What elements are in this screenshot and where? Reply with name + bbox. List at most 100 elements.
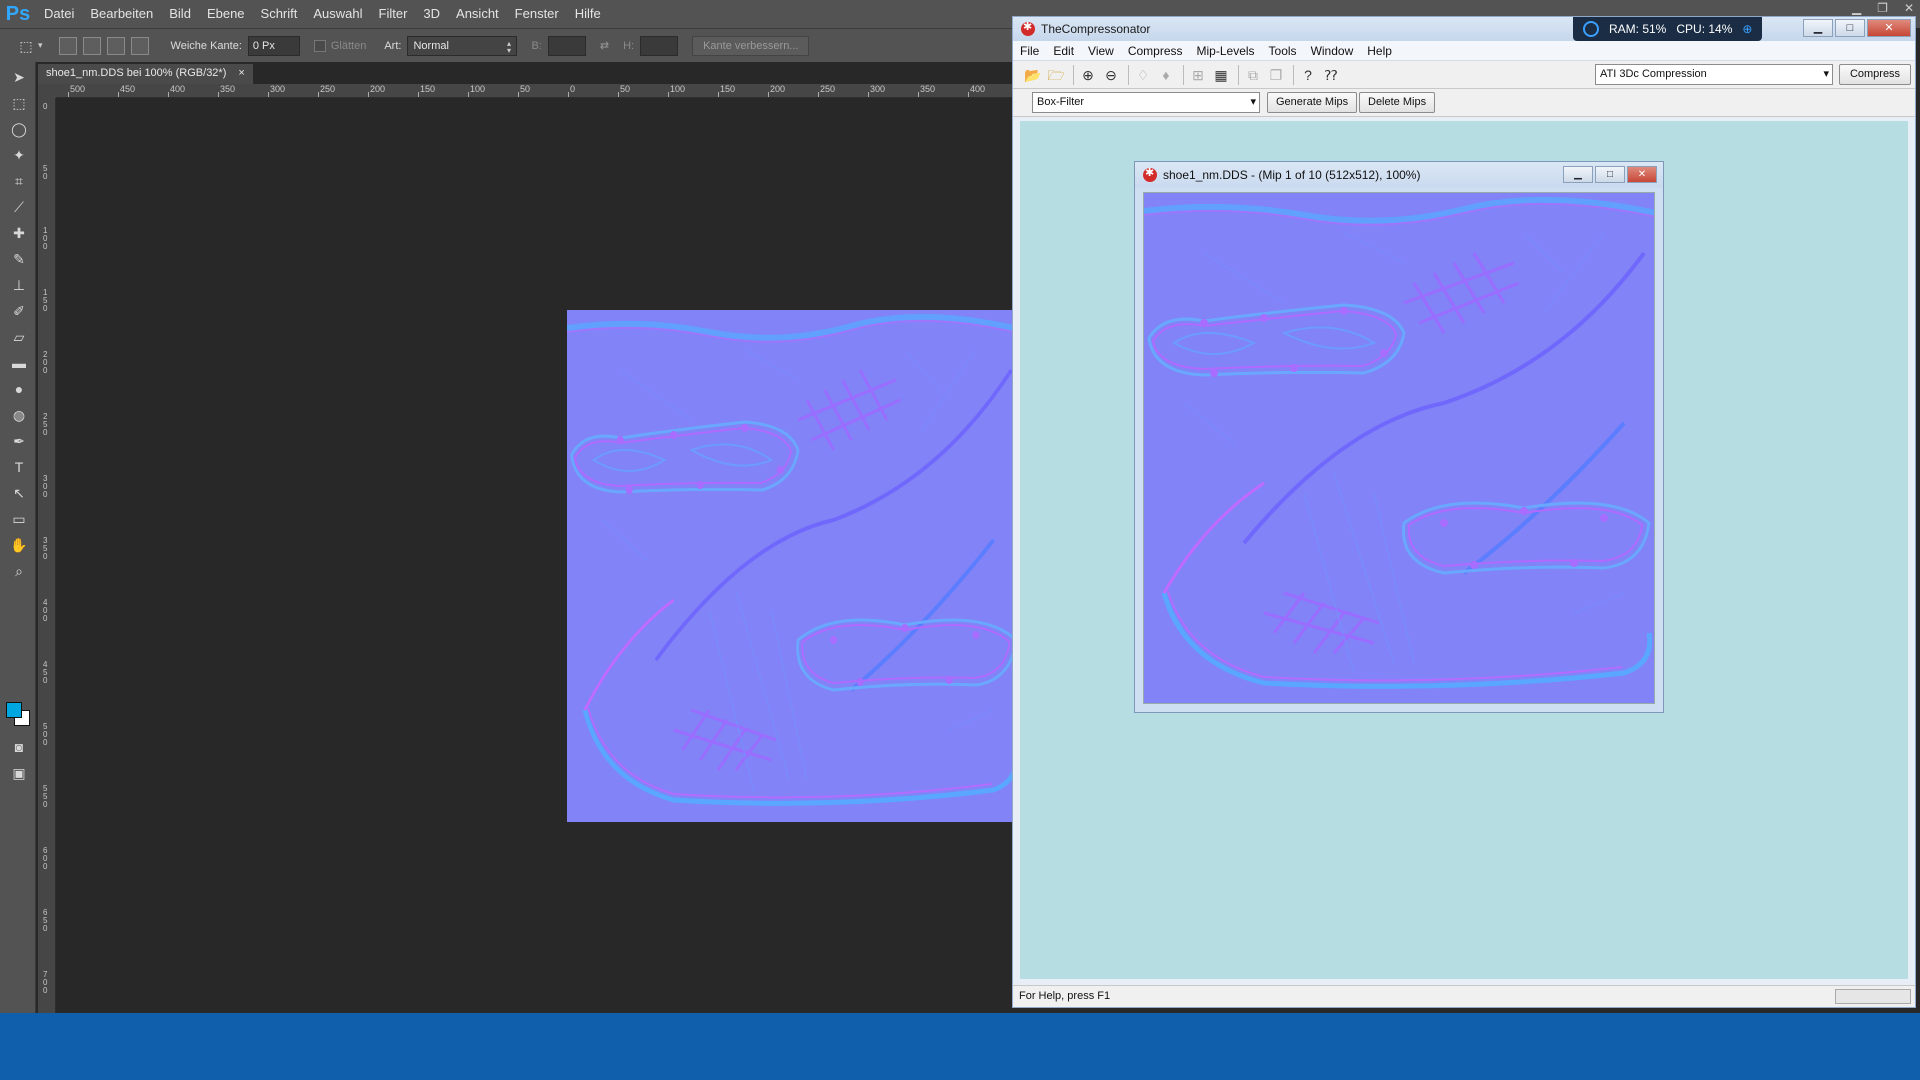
menu-filter[interactable]: Filter [371, 0, 416, 28]
menu-ansicht[interactable]: Ansicht [448, 0, 507, 28]
menu-tools[interactable]: Tools [1262, 44, 1304, 58]
marquee-tool-icon[interactable]: ⬚ [9, 94, 29, 112]
swap-icon[interactable]: ⇄ [600, 39, 609, 52]
menu-compress[interactable]: Compress [1121, 44, 1190, 58]
menu-hilfe[interactable]: Hilfe [567, 0, 609, 28]
stamp-tool-icon[interactable]: ⊥ [9, 276, 29, 294]
dodge-tool-icon[interactable]: ◍ [9, 406, 29, 424]
dark-icon[interactable]: ♦ [1156, 65, 1176, 85]
generate-mips-button[interactable]: Generate Mips [1267, 92, 1358, 113]
menu-window[interactable]: Window [1304, 44, 1361, 58]
cascade-icon[interactable]: ❐ [1266, 65, 1286, 85]
child-window-controls: ▁ □ ✕ [1563, 166, 1657, 183]
ruler-label: 300 [270, 84, 286, 94]
compare-icon[interactable]: ⊞ [1188, 65, 1208, 85]
help-icon[interactable]: ? [1298, 65, 1318, 85]
foreground-color-swatch[interactable] [6, 702, 22, 718]
add-selection-icon[interactable] [82, 36, 101, 55]
style-select[interactable]: Normal [407, 35, 518, 56]
restore-icon[interactable]: ❐ [1877, 0, 1888, 16]
ruler-label: 400 [43, 598, 48, 623]
feather-input[interactable]: 0 Px [247, 35, 300, 56]
compression-format-select[interactable]: ATI 3Dc Compression [1595, 64, 1833, 85]
antialias-checkbox[interactable] [313, 39, 326, 52]
path-selection-icon[interactable]: ↖ [9, 484, 29, 502]
new-selection-icon[interactable] [58, 36, 77, 55]
width-label: B: [531, 39, 542, 52]
gradient-tool-icon[interactable]: ▬ [9, 354, 29, 372]
type-tool-icon[interactable]: T [9, 458, 29, 476]
height-input[interactable] [640, 35, 679, 56]
blur-tool-icon[interactable]: ● [9, 380, 29, 398]
zoom-tool-icon[interactable]: ⌕ [9, 562, 29, 580]
chevron-down-icon[interactable]: ▾ [38, 40, 43, 51]
antialias-label: Glätten [330, 39, 367, 52]
close-icon[interactable]: × [238, 67, 244, 81]
filter-select[interactable]: Box-Filter [1032, 92, 1260, 113]
mip-view-icon[interactable]: ▦ [1211, 65, 1231, 85]
document-canvas[interactable] [567, 310, 1022, 822]
menu-mip-levels[interactable]: Mip-Levels [1190, 44, 1262, 58]
menu-datei[interactable]: Datei [36, 0, 82, 28]
history-brush-icon[interactable]: ✐ [9, 302, 29, 320]
screen-mode-icon[interactable]: ▣ [9, 764, 29, 782]
light-icon[interactable]: ♢ [1133, 65, 1153, 85]
intersect-selection-icon[interactable] [130, 36, 149, 55]
image-child-window[interactable]: shoe1_nm.DDS - (Mip 1 of 10 (512x512), 1… [1134, 161, 1664, 713]
menu-file[interactable]: File [1013, 44, 1046, 58]
ruler-label: 50 [620, 84, 631, 94]
menu-edit[interactable]: Edit [1046, 44, 1081, 58]
menu-3d[interactable]: 3D [415, 0, 448, 28]
menu-view[interactable]: View [1081, 44, 1121, 58]
width-input[interactable] [547, 35, 586, 56]
lasso-tool-icon[interactable]: ◯ [9, 120, 29, 138]
tile-icon[interactable]: ⧉ [1243, 65, 1263, 85]
minimize-icon[interactable]: ▁ [1563, 166, 1593, 183]
minimize-icon[interactable]: ▁ [1803, 19, 1833, 37]
crop-tool-icon[interactable]: ⌗ [9, 172, 29, 190]
close-icon[interactable]: ✕ [1867, 19, 1911, 37]
pen-tool-icon[interactable]: ✒ [9, 432, 29, 450]
menu-help[interactable]: Help [1360, 44, 1399, 58]
hand-tool-icon[interactable]: ✋ [9, 536, 29, 554]
healing-brush-icon[interactable]: ✚ [9, 224, 29, 242]
compressonator-titlebar: TheCompressonator RAM: 51% CPU: 14% ⊕ ▁ … [1013, 17, 1915, 41]
ruler-tick [118, 92, 119, 97]
zoom-out-icon[interactable]: ⊖ [1101, 65, 1121, 85]
ruler-tick [68, 92, 69, 97]
close-icon[interactable]: ✕ [1627, 166, 1657, 183]
plus-icon[interactable]: ⊕ [1742, 22, 1752, 36]
menu-bearbeiten[interactable]: Bearbeiten [82, 0, 161, 28]
texture-preview[interactable] [1143, 192, 1655, 704]
open-recent-icon[interactable]: 🗁 [1046, 65, 1066, 85]
maximize-icon[interactable]: □ [1595, 166, 1625, 183]
shape-tool-icon[interactable]: ▭ [9, 510, 29, 528]
menu-auswahl[interactable]: Auswahl [305, 0, 370, 28]
menu-fenster[interactable]: Fenster [507, 0, 567, 28]
maximize-icon[interactable]: □ [1835, 19, 1865, 37]
eraser-tool-icon[interactable]: ▱ [9, 328, 29, 346]
menu-schrift[interactable]: Schrift [253, 0, 306, 28]
brush-tool-icon[interactable]: ✎ [9, 250, 29, 268]
context-help-icon[interactable]: ⁇ [1321, 65, 1341, 85]
refine-edge-button[interactable]: Kante verbessern... [692, 35, 810, 56]
minimize-icon[interactable]: ▁ [1852, 0, 1861, 16]
ruler-tick [418, 92, 419, 97]
marquee-tool-icon[interactable]: ⬚ [16, 37, 36, 55]
magic-wand-icon[interactable]: ✦ [9, 146, 29, 164]
subtract-selection-icon[interactable] [106, 36, 125, 55]
eyedropper-icon[interactable]: ⟋ [9, 198, 29, 216]
move-tool-icon[interactable]: ➤ [9, 68, 29, 86]
ruler-label: 250 [320, 84, 336, 94]
compress-button[interactable]: Compress [1839, 64, 1911, 85]
quick-mask-icon[interactable]: ◙ [9, 738, 29, 756]
close-icon[interactable]: ✕ [1904, 0, 1914, 16]
ruler-label: 100 [670, 84, 686, 94]
zoom-in-icon[interactable]: ⊕ [1078, 65, 1098, 85]
open-folder-icon[interactable]: 📂 [1023, 65, 1043, 85]
menu-bild[interactable]: Bild [161, 0, 199, 28]
document-tab[interactable]: shoe1_nm.DDS bei 100% (RGB/32*) × [38, 64, 253, 84]
ruler-label: 700 [43, 970, 48, 995]
menu-ebene[interactable]: Ebene [199, 0, 253, 28]
delete-mips-button[interactable]: Delete Mips [1359, 92, 1436, 113]
